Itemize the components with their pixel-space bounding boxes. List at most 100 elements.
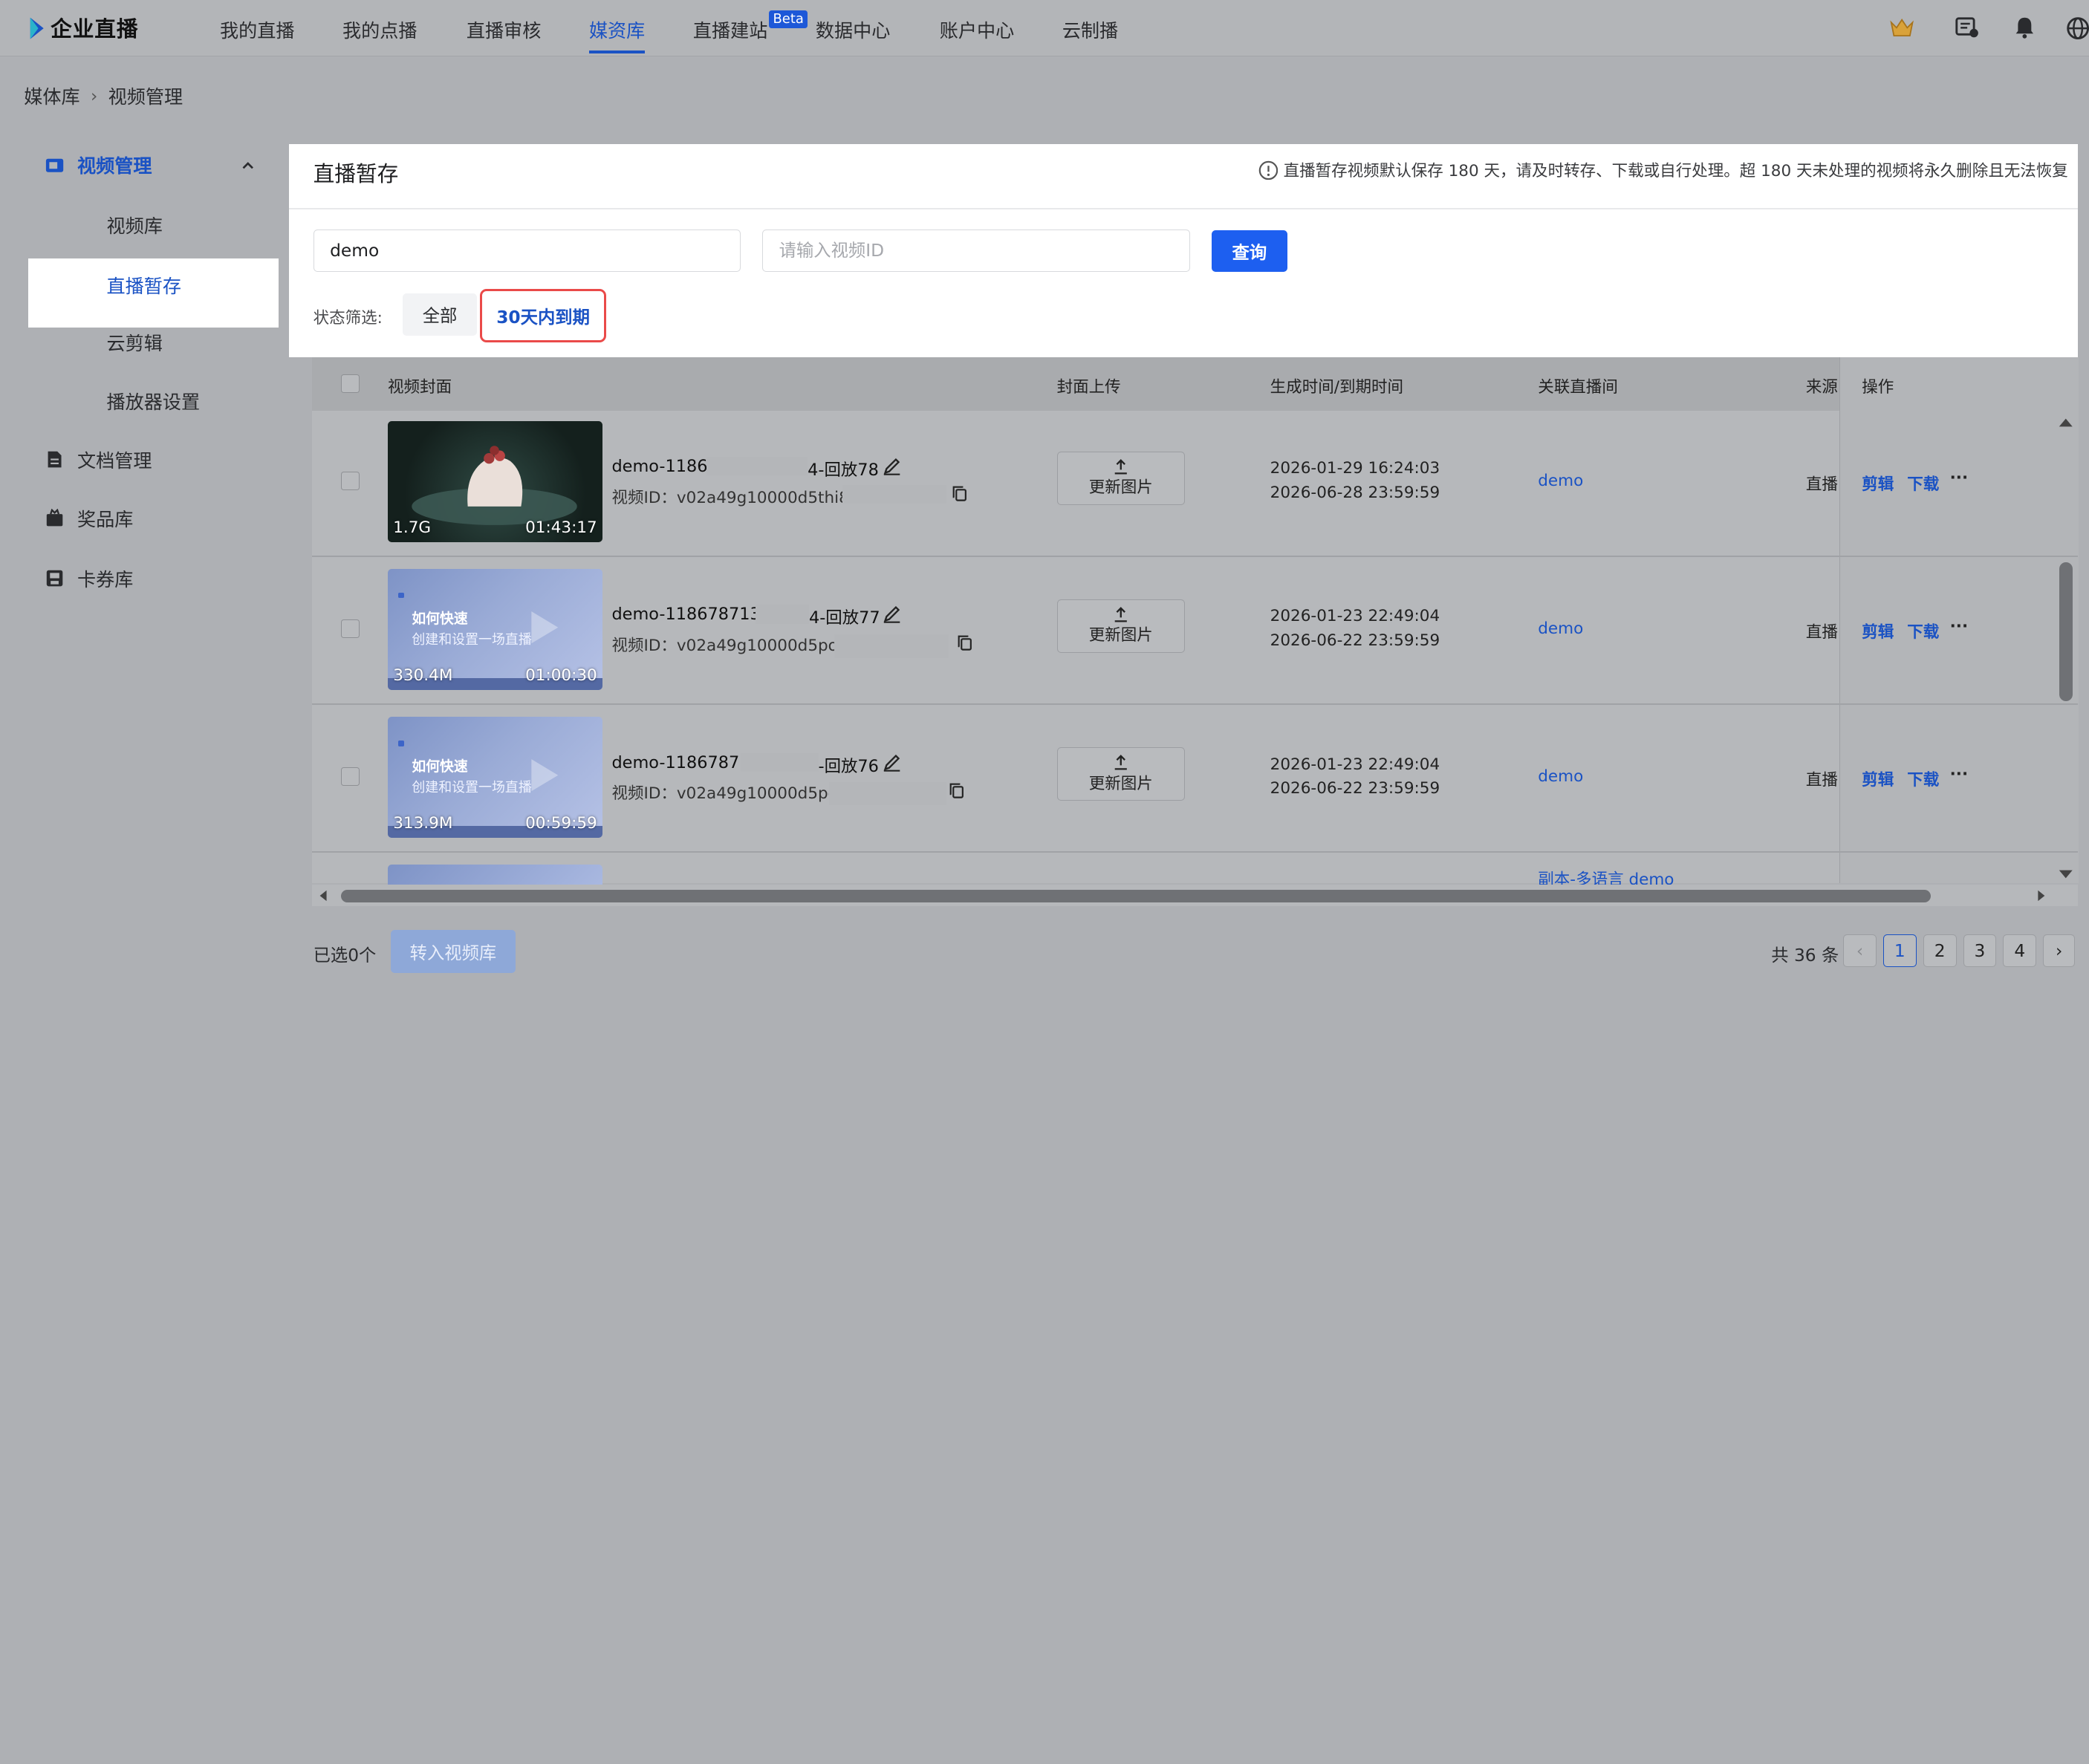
pagination-page-4[interactable]: 4	[2003, 934, 2037, 968]
more-options-icon[interactable]: ···	[1950, 617, 1969, 636]
retention-notice: 直播暂存视频默认保存 180 天，请及时转存、下载或自行处理。超 180 天未处…	[1258, 158, 2068, 181]
nav-my-vod[interactable]: 我的点播	[342, 16, 417, 43]
cover-logo-dot	[398, 741, 404, 746]
brand-logo[interactable]: 企业直播	[29, 13, 138, 42]
update-cover-button[interactable]: 更新图片	[1056, 747, 1185, 801]
keyword-search-input[interactable]	[313, 229, 741, 272]
row-checkbox[interactable]	[341, 472, 360, 491]
column-header-time: 生成时间/到期时间	[1270, 378, 1404, 397]
download-link[interactable]: 下载	[1907, 619, 1939, 642]
edit-clip-link[interactable]: 剪辑	[1862, 767, 1894, 790]
nav-my-live[interactable]: 我的直播	[220, 16, 294, 43]
nav-live-review[interactable]: 直播审核	[467, 16, 541, 43]
transfer-to-library-button[interactable]: 转入视频库	[390, 930, 516, 973]
scroll-left-arrow-icon[interactable]	[317, 889, 331, 902]
redaction-mask	[828, 782, 946, 805]
video-size: 330.4M	[393, 666, 453, 686]
breadcrumb-current: 视频管理	[108, 86, 183, 108]
video-cover-thumbnail[interactable]: 如何快速 创建和设置一场直播 330.4M 01:00:30	[388, 569, 602, 691]
download-link[interactable]: 下载	[1907, 767, 1939, 790]
video-id-label: 视频ID：	[611, 489, 677, 508]
pagination-page-1[interactable]: 1	[1882, 934, 1917, 968]
row-checkbox[interactable]	[341, 767, 360, 787]
video-cover-thumbnail[interactable]: 1.7G 01:43:17	[388, 420, 602, 543]
pagination-page-2[interactable]: 2	[1923, 934, 1957, 968]
chevron-up-icon[interactable]	[240, 157, 256, 174]
breadcrumb-root[interactable]: 媒体库	[24, 82, 79, 109]
filter-expiring-30d-chip[interactable]: 30天内到期	[479, 289, 607, 343]
pagination-page-3[interactable]: 3	[1963, 934, 1997, 968]
more-options-icon[interactable]: ···	[1950, 469, 1969, 487]
room-link-partial[interactable]: 副本-多语言 demo	[1538, 870, 1674, 885]
sidebar-item-live-temp-storage[interactable]: 直播暂存	[107, 272, 181, 299]
video-id-input[interactable]	[762, 229, 1191, 272]
nav-media-library[interactable]: 媒资库	[589, 16, 645, 43]
query-button[interactable]: 查询	[1211, 230, 1287, 272]
copy-icon[interactable]	[952, 485, 968, 502]
video-id-label: 视频ID：	[611, 637, 677, 656]
scroll-down-arrow-icon[interactable]	[2058, 868, 2074, 881]
video-cover-thumbnail[interactable]: 如何快速 创建和设置一场直播 313.9M 00:59:59	[388, 717, 602, 839]
sidebar-item-player-settings[interactable]: 播放器设置	[107, 388, 201, 414]
scroll-up-arrow-icon[interactable]	[2058, 416, 2074, 429]
edit-pencil-icon[interactable]	[883, 753, 901, 772]
expire-time: 2026-06-28 23:59:59	[1270, 483, 1440, 502]
video-id-label: 视频ID：	[611, 784, 677, 804]
bell-icon[interactable]	[2011, 15, 2038, 42]
video-folder-icon	[45, 158, 64, 172]
update-cover-button[interactable]: 更新图片	[1056, 452, 1185, 505]
document-icon	[48, 452, 62, 468]
video-cover-thumbnail-partial[interactable]	[388, 865, 602, 885]
sidebar-group-prizes[interactable]: 奖品库	[45, 502, 133, 534]
sidebar-group-video-management[interactable]: 视频管理	[45, 149, 152, 181]
nav-account-center[interactable]: 账户中心	[940, 16, 1014, 43]
vertical-scroll-thumb[interactable]	[2059, 562, 2073, 701]
room-link[interactable]: demo	[1538, 767, 1583, 786]
row-checkbox[interactable]	[341, 619, 360, 639]
nav-live-site[interactable]: 直播建站	[693, 16, 767, 43]
globe-icon[interactable]	[2064, 15, 2089, 42]
upload-icon	[1114, 607, 1127, 622]
row-divider	[311, 703, 2078, 705]
column-header-room: 关联直播间	[1538, 378, 1618, 397]
brand-name: 企业直播	[51, 16, 139, 42]
video-title-suffix: 4-回放78	[808, 460, 879, 481]
update-cover-label: 更新图片	[1088, 626, 1153, 645]
edit-clip-link[interactable]: 剪辑	[1862, 472, 1894, 495]
update-cover-button[interactable]: 更新图片	[1056, 599, 1185, 654]
copy-icon[interactable]	[949, 782, 965, 799]
crown-icon[interactable]	[1888, 15, 1915, 42]
time-cell: 2026-01-23 22:49:04 2026-06-22 23:59:59	[1270, 605, 1440, 653]
nav-data-center[interactable]: 数据中心	[816, 16, 890, 43]
retention-notice-text: 直播暂存视频默认保存 180 天，请及时转存、下载或自行处理。超 180 天未处…	[1283, 162, 2068, 181]
sidebar-item-cloud-editing[interactable]: 云剪辑	[107, 329, 163, 356]
edit-clip-link[interactable]: 剪辑	[1862, 619, 1894, 642]
scroll-right-arrow-icon[interactable]	[2034, 889, 2047, 902]
video-size: 1.7G	[393, 518, 432, 537]
sidebar-item-video-library[interactable]: 视频库	[107, 212, 163, 238]
pagination-next[interactable]: ›	[2043, 934, 2076, 968]
select-all-checkbox[interactable]	[341, 374, 360, 394]
copy-icon[interactable]	[957, 634, 973, 651]
nav-cloud-production[interactable]: 云制播	[1062, 16, 1118, 43]
nav-active-indicator	[588, 51, 646, 53]
message-settings-icon[interactable]	[1954, 15, 1981, 42]
video-size: 313.9M	[393, 814, 453, 833]
room-link[interactable]: demo	[1538, 472, 1583, 490]
filter-all-chip[interactable]: 全部	[402, 293, 478, 336]
more-options-icon[interactable]: ···	[1950, 765, 1969, 784]
room-link[interactable]: demo	[1538, 619, 1583, 638]
download-link[interactable]: 下载	[1907, 472, 1939, 495]
gift-icon	[46, 509, 63, 527]
video-duration: 01:43:17	[525, 518, 597, 537]
filter-expiring-30d-label: 30天内到期	[496, 307, 590, 328]
sidebar-group-coupons[interactable]: 卡券库	[45, 562, 133, 594]
edit-pencil-icon[interactable]	[883, 457, 901, 476]
edit-pencil-icon[interactable]	[883, 605, 901, 624]
horizontal-scroll-thumb[interactable]	[341, 890, 1932, 902]
breadcrumb: 媒体库 › 视频管理	[24, 82, 183, 109]
upload-icon	[1114, 458, 1127, 475]
play-overlay-icon	[531, 759, 559, 792]
pagination-prev[interactable]: ‹	[1843, 934, 1877, 968]
sidebar-group-documents[interactable]: 文档管理	[45, 443, 152, 475]
